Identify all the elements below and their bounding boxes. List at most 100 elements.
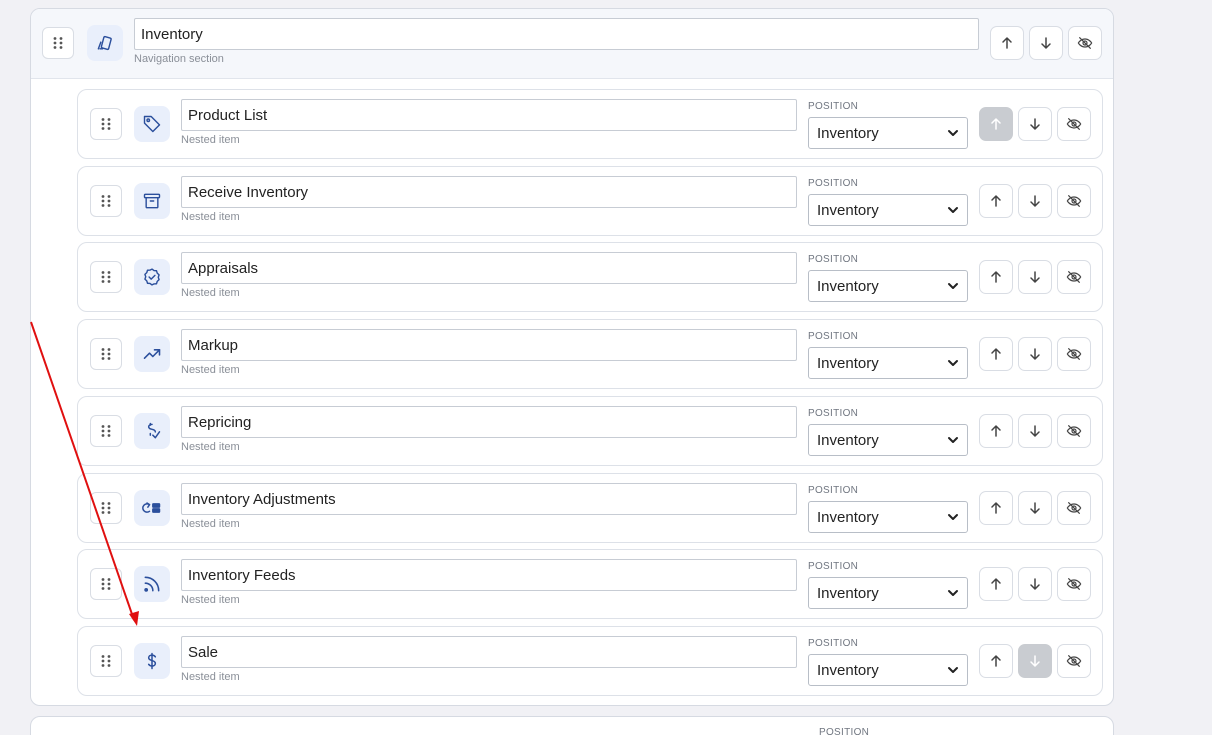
position-select-value: Inventory — [817, 277, 879, 295]
drag-handle[interactable] — [90, 568, 122, 600]
drag-handle[interactable] — [90, 492, 122, 524]
item-name-input[interactable] — [181, 252, 797, 284]
eye-off-icon — [1066, 118, 1082, 130]
arrow-up-icon — [991, 348, 1001, 360]
move-down-button[interactable] — [1018, 644, 1052, 678]
hide-button[interactable] — [1057, 184, 1091, 218]
grip-icon — [101, 195, 111, 207]
drag-handle[interactable] — [90, 338, 122, 370]
move-down-button[interactable] — [1018, 414, 1052, 448]
move-down-button[interactable] — [1018, 491, 1052, 525]
arrow-down-icon — [1030, 578, 1040, 590]
hide-button[interactable] — [1057, 644, 1091, 678]
item-name-input[interactable] — [181, 406, 797, 438]
position-select[interactable]: Inventory — [808, 501, 968, 533]
item-name-input[interactable] — [181, 636, 797, 668]
position-select[interactable]: Inventory — [808, 347, 968, 379]
nested-item-row: Nested item POSITION Inventory — [77, 166, 1103, 236]
arrow-up-icon — [991, 118, 1001, 130]
item-name-input[interactable] — [181, 483, 797, 515]
section-subtitle: Navigation section — [134, 53, 224, 65]
arrow-up-icon — [991, 195, 1001, 207]
move-up-button[interactable] — [979, 491, 1013, 525]
move-up-button[interactable] — [979, 337, 1013, 371]
item-name-input[interactable] — [181, 329, 797, 361]
hide-button[interactable] — [1057, 567, 1091, 601]
move-up-button[interactable] — [979, 260, 1013, 294]
nested-item-row: Nested item POSITION Inventory — [77, 626, 1103, 696]
tag-icon — [134, 106, 170, 142]
eye-off-icon — [1066, 578, 1082, 590]
move-down-button[interactable] — [1029, 26, 1063, 60]
arrow-down-icon — [1030, 118, 1040, 130]
position-label: POSITION — [808, 331, 859, 342]
item-name-input[interactable] — [181, 176, 797, 208]
nested-item-row: Nested item POSITION Inventory — [77, 473, 1103, 543]
hide-button[interactable] — [1068, 26, 1102, 60]
position-label: POSITION — [808, 408, 859, 419]
arrow-up-icon — [991, 655, 1001, 667]
move-down-button[interactable] — [1018, 567, 1052, 601]
move-up-button[interactable] — [979, 644, 1013, 678]
item-name-input[interactable] — [181, 99, 797, 131]
position-label: POSITION — [808, 638, 859, 649]
drag-handle[interactable] — [90, 415, 122, 447]
arrow-down-icon — [1030, 195, 1040, 207]
nested-item-row: Nested item POSITION Inventory — [77, 319, 1103, 389]
dollar-icon — [134, 643, 170, 679]
position-select[interactable]: Inventory — [808, 117, 968, 149]
chevron-down-icon — [948, 360, 958, 366]
move-up-button[interactable] — [979, 184, 1013, 218]
hide-button[interactable] — [1057, 107, 1091, 141]
arrow-down-icon — [1030, 425, 1040, 437]
eye-off-icon — [1066, 655, 1082, 667]
hide-button[interactable] — [1057, 260, 1091, 294]
move-up-button[interactable] — [979, 567, 1013, 601]
item-name-input[interactable] — [181, 559, 797, 591]
move-up-button[interactable] — [990, 26, 1024, 60]
position-select[interactable]: Inventory — [808, 577, 968, 609]
move-down-button[interactable] — [1018, 337, 1052, 371]
position-select-value: Inventory — [817, 124, 879, 142]
move-up-button[interactable] — [979, 107, 1013, 141]
position-label: POSITION — [808, 254, 859, 265]
hide-button[interactable] — [1057, 414, 1091, 448]
chevron-down-icon — [948, 207, 958, 213]
chevron-down-icon — [948, 514, 958, 520]
arrow-up-icon — [991, 425, 1001, 437]
hide-button[interactable] — [1057, 491, 1091, 525]
grip-icon — [53, 37, 63, 49]
drag-handle[interactable] — [90, 261, 122, 293]
eye-off-icon — [1066, 425, 1082, 437]
move-down-button[interactable] — [1018, 107, 1052, 141]
chevron-down-icon — [948, 667, 958, 673]
next-section-card: POSITION — [30, 716, 1114, 735]
adjustments-icon — [134, 490, 170, 526]
position-label: POSITION — [808, 485, 859, 496]
position-label: POSITION — [808, 561, 859, 572]
position-select-value: Inventory — [817, 661, 879, 679]
chevron-down-icon — [948, 130, 958, 136]
position-select[interactable]: Inventory — [808, 424, 968, 456]
grip-icon — [101, 502, 111, 514]
drag-handle[interactable] — [90, 645, 122, 677]
devices-icon — [87, 25, 123, 61]
drag-handle[interactable] — [90, 185, 122, 217]
position-select-value: Inventory — [817, 584, 879, 602]
move-down-button[interactable] — [1018, 184, 1052, 218]
item-type-label: Nested item — [181, 594, 240, 606]
eye-off-icon — [1066, 348, 1082, 360]
move-down-button[interactable] — [1018, 260, 1052, 294]
chevron-down-icon — [948, 437, 958, 443]
position-select[interactable]: Inventory — [808, 194, 968, 226]
hide-button[interactable] — [1057, 337, 1091, 371]
drag-handle[interactable] — [42, 27, 74, 59]
drag-handle[interactable] — [90, 108, 122, 140]
move-up-button[interactable] — [979, 414, 1013, 448]
arrow-up-icon — [991, 578, 1001, 590]
arrow-up-icon — [991, 271, 1001, 283]
position-select[interactable]: Inventory — [808, 270, 968, 302]
position-select-value: Inventory — [817, 201, 879, 219]
section-title-input[interactable] — [134, 18, 979, 50]
position-select[interactable]: Inventory — [808, 654, 968, 686]
